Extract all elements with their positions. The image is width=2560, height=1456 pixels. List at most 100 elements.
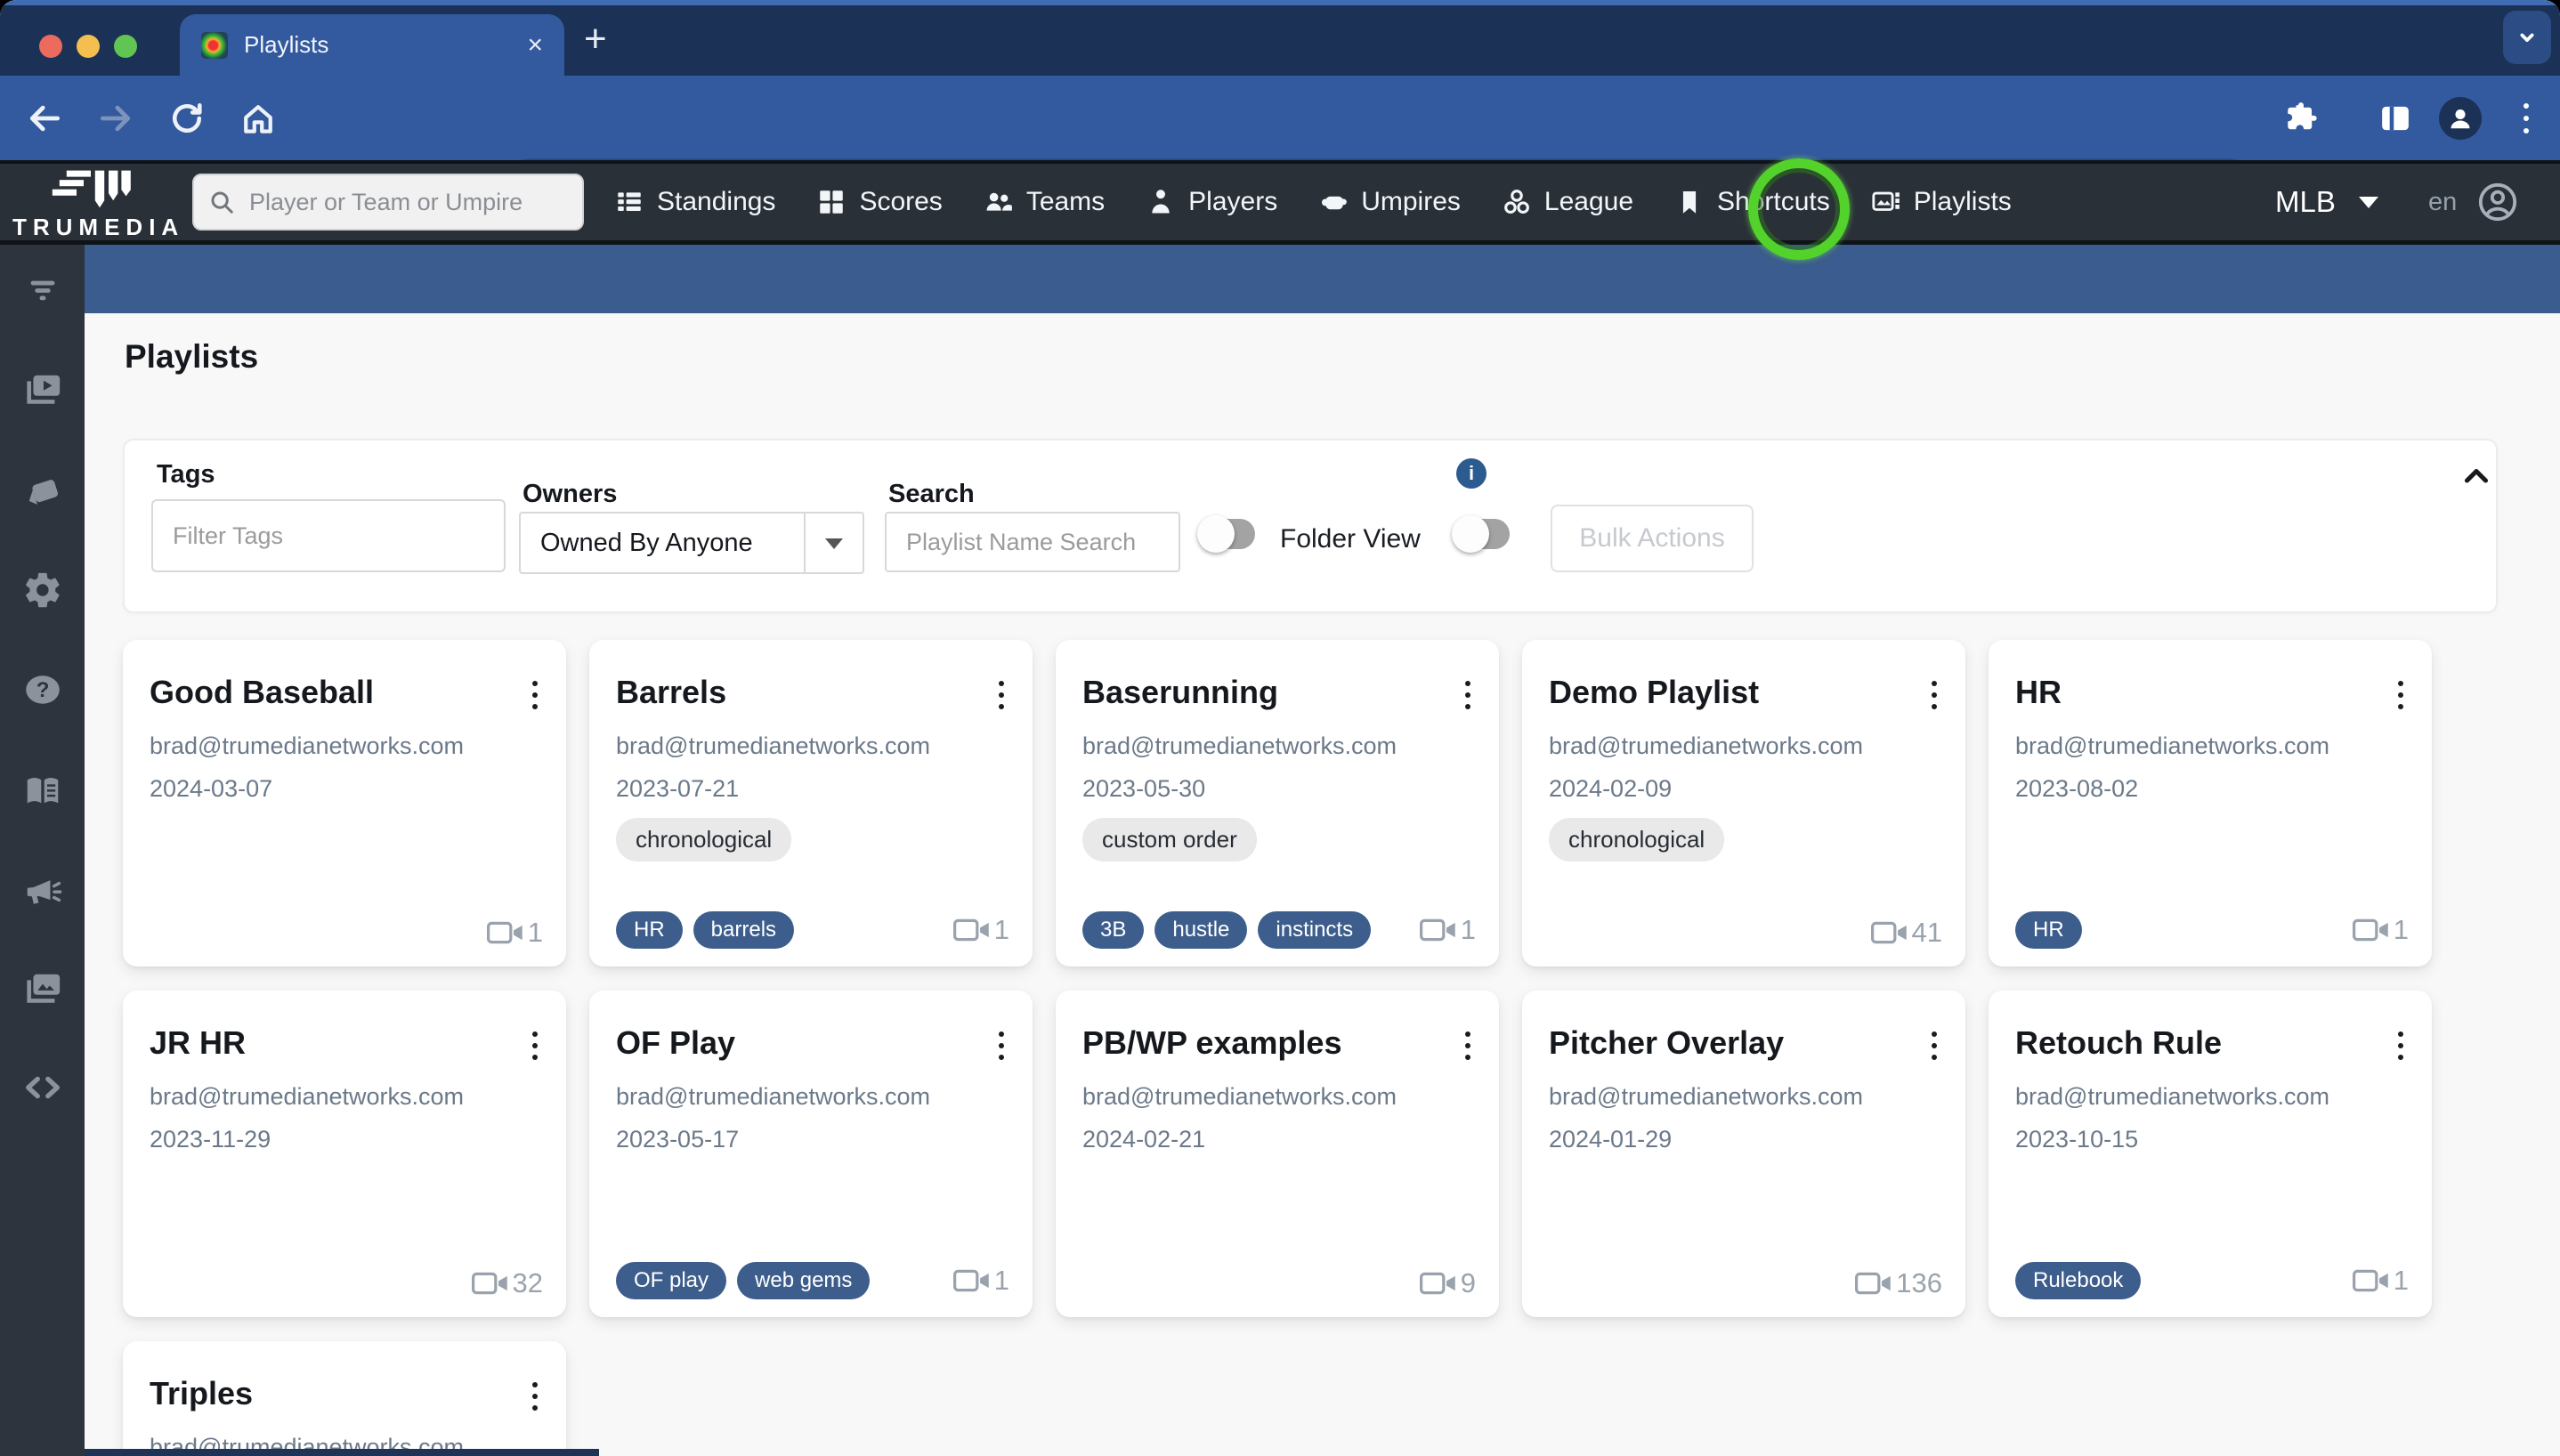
playlist-title: Good Baseball bbox=[150, 674, 374, 711]
browser-profile-avatar[interactable] bbox=[2439, 97, 2482, 140]
card-menu-icon[interactable] bbox=[995, 677, 1008, 713]
card-menu-icon[interactable] bbox=[995, 1028, 1008, 1064]
playlist-tag-pill[interactable]: HR bbox=[616, 911, 683, 949]
collapse-panel-chevron-icon[interactable] bbox=[2460, 462, 2492, 489]
card-menu-icon[interactable] bbox=[1462, 1028, 1474, 1064]
playlist-card[interactable]: Barrels brad@trumedianetworks.com 2023-0… bbox=[589, 640, 1033, 967]
nav-item-standings[interactable]: Standings bbox=[614, 187, 775, 217]
playlist-card[interactable]: Good Baseball brad@trumedianetworks.com … bbox=[123, 640, 566, 967]
league-selector[interactable]: MLB bbox=[2275, 164, 2378, 240]
card-menu-icon[interactable] bbox=[2394, 677, 2407, 713]
filter-icon[interactable] bbox=[22, 270, 63, 311]
extensions-icon[interactable] bbox=[2282, 100, 2320, 137]
nav-label: Scores bbox=[859, 187, 942, 217]
card-menu-icon[interactable] bbox=[1462, 677, 1474, 713]
tags-filter-input[interactable] bbox=[151, 499, 506, 572]
playlist-owner: brad@trumedianetworks.com bbox=[150, 732, 464, 760]
nav-item-scores[interactable]: Scores bbox=[816, 187, 942, 217]
playlist-title: Retouch Rule bbox=[2015, 1024, 2222, 1062]
playlist-tag-pill[interactable]: hustle bbox=[1154, 911, 1247, 949]
nav-item-league[interactable]: League bbox=[1502, 187, 1633, 217]
images-icon[interactable] bbox=[22, 968, 63, 1009]
playlist-card[interactable]: HR brad@trumedianetworks.com 2023-08-02 … bbox=[1989, 640, 2432, 967]
playlist-tag-pill[interactable]: Rulebook bbox=[2015, 1262, 2141, 1299]
browser-tab[interactable]: Playlists × bbox=[180, 14, 564, 76]
home-button[interactable] bbox=[239, 99, 278, 138]
playlist-card[interactable]: Demo Playlist brad@trumedianetworks.com … bbox=[1522, 640, 1965, 967]
nav-item-umpires[interactable]: Umpires bbox=[1318, 187, 1461, 217]
nav-item-players[interactable]: Players bbox=[1146, 187, 1277, 217]
playlist-card[interactable]: OF Play brad@trumedianetworks.com 2023-0… bbox=[589, 991, 1033, 1317]
clipped-bottom-element bbox=[85, 1449, 599, 1456]
back-button[interactable] bbox=[25, 99, 64, 138]
playlist-date: 2023-08-02 bbox=[2015, 775, 2138, 803]
playlist-tag-pill[interactable]: instincts bbox=[1258, 911, 1371, 949]
gear-icon[interactable] bbox=[22, 570, 63, 611]
playlist-card[interactable]: Pitcher Overlay brad@trumedianetworks.co… bbox=[1522, 991, 1965, 1317]
playlist-owner: brad@trumedianetworks.com bbox=[1549, 1083, 1863, 1111]
playlist-owner: brad@trumedianetworks.com bbox=[150, 1083, 464, 1111]
close-window-button[interactable] bbox=[39, 35, 62, 58]
language-switcher[interactable]: en bbox=[2428, 164, 2457, 240]
playlist-card[interactable]: Baserunning brad@trumedianetworks.com 20… bbox=[1056, 640, 1499, 967]
tab-search-button[interactable] bbox=[2503, 11, 2551, 64]
video-camera-icon bbox=[472, 1271, 509, 1296]
browser-menu-icon[interactable] bbox=[2508, 100, 2544, 137]
tab-close-icon[interactable]: × bbox=[527, 32, 543, 59]
card-menu-icon[interactable] bbox=[529, 1379, 541, 1414]
playlist-card[interactable]: Retouch Rule brad@trumedianetworks.com 2… bbox=[1989, 991, 2432, 1317]
side-panel-icon[interactable] bbox=[2377, 100, 2414, 137]
account-icon[interactable] bbox=[2476, 181, 2519, 223]
playlist-card[interactable]: JR HR brad@trumedianetworks.com 2023-11-… bbox=[123, 991, 566, 1317]
browser-window: Playlists × + mlbdemo.trumedianetworks.c… bbox=[0, 0, 2560, 1456]
playlist-tag-pill[interactable]: web gems bbox=[737, 1262, 870, 1299]
playlist-card[interactable]: Triples brad@trumedianetworks.com bbox=[123, 1341, 566, 1456]
bulk-actions-toggle[interactable] bbox=[1454, 519, 1510, 549]
card-menu-icon[interactable] bbox=[1928, 1028, 1940, 1064]
bulk-actions-button[interactable]: Bulk Actions bbox=[1551, 505, 1754, 572]
playlist-name-search-input[interactable] bbox=[885, 512, 1180, 572]
minimize-window-button[interactable] bbox=[77, 35, 100, 58]
card-menu-icon[interactable] bbox=[1928, 677, 1940, 713]
forward-button[interactable] bbox=[96, 99, 135, 138]
card-menu-icon[interactable] bbox=[2394, 1028, 2407, 1064]
nav-item-teams[interactable]: Teams bbox=[984, 187, 1105, 217]
sub-header-strip bbox=[85, 245, 2560, 313]
card-menu-icon[interactable] bbox=[529, 677, 541, 713]
clip-count-value: 1 bbox=[2394, 1265, 2409, 1297]
global-search[interactable] bbox=[192, 174, 584, 231]
new-tab-button[interactable]: + bbox=[584, 20, 607, 59]
playlist-title: Demo Playlist bbox=[1549, 674, 1759, 711]
folder-view-toggle[interactable] bbox=[1200, 519, 1255, 549]
nav-item-shortcuts[interactable]: Shortcuts bbox=[1674, 187, 1830, 217]
info-icon[interactable]: i bbox=[1456, 458, 1487, 489]
owners-select[interactable]: Owned By Anyone bbox=[519, 512, 864, 574]
card-menu-icon[interactable] bbox=[529, 1028, 541, 1064]
playlist-title: HR bbox=[2015, 674, 2062, 711]
svg-text:?: ? bbox=[36, 678, 49, 702]
playlist-tag-pill[interactable]: barrels bbox=[693, 911, 794, 949]
trumedia-logo[interactable]: TRUMEDIA bbox=[12, 167, 183, 240]
playlist-tag-pill[interactable]: 3B bbox=[1082, 911, 1144, 949]
scores-icon bbox=[816, 187, 847, 217]
reload-button[interactable] bbox=[167, 99, 207, 138]
playlist-card[interactable]: PB/WP examples brad@trumedianetworks.com… bbox=[1056, 991, 1499, 1317]
clip-count-value: 1 bbox=[2394, 914, 2409, 946]
playlist-tags: HR bbox=[2015, 911, 2353, 949]
tags-label: Tags bbox=[157, 460, 215, 489]
megaphone-icon[interactable] bbox=[22, 870, 63, 911]
playlist-tag-pill[interactable]: OF play bbox=[616, 1262, 726, 1299]
playlist-tag-pill[interactable]: HR bbox=[2015, 911, 2082, 949]
card-bottom-row: 9 bbox=[1082, 1267, 1476, 1299]
clip-count: 1 bbox=[487, 917, 543, 949]
code-icon[interactable] bbox=[22, 1067, 63, 1108]
teams-icon bbox=[984, 187, 1014, 217]
tag-icon[interactable] bbox=[22, 470, 63, 511]
nav-item-playlists[interactable]: Playlists bbox=[1871, 187, 2012, 217]
zoom-window-button[interactable] bbox=[114, 35, 137, 58]
book-icon[interactable] bbox=[22, 771, 63, 812]
help-icon[interactable]: ? bbox=[22, 669, 63, 710]
video-playlist-icon[interactable] bbox=[22, 369, 63, 410]
search-input[interactable] bbox=[247, 188, 568, 217]
clip-count-value: 1 bbox=[994, 914, 1009, 946]
